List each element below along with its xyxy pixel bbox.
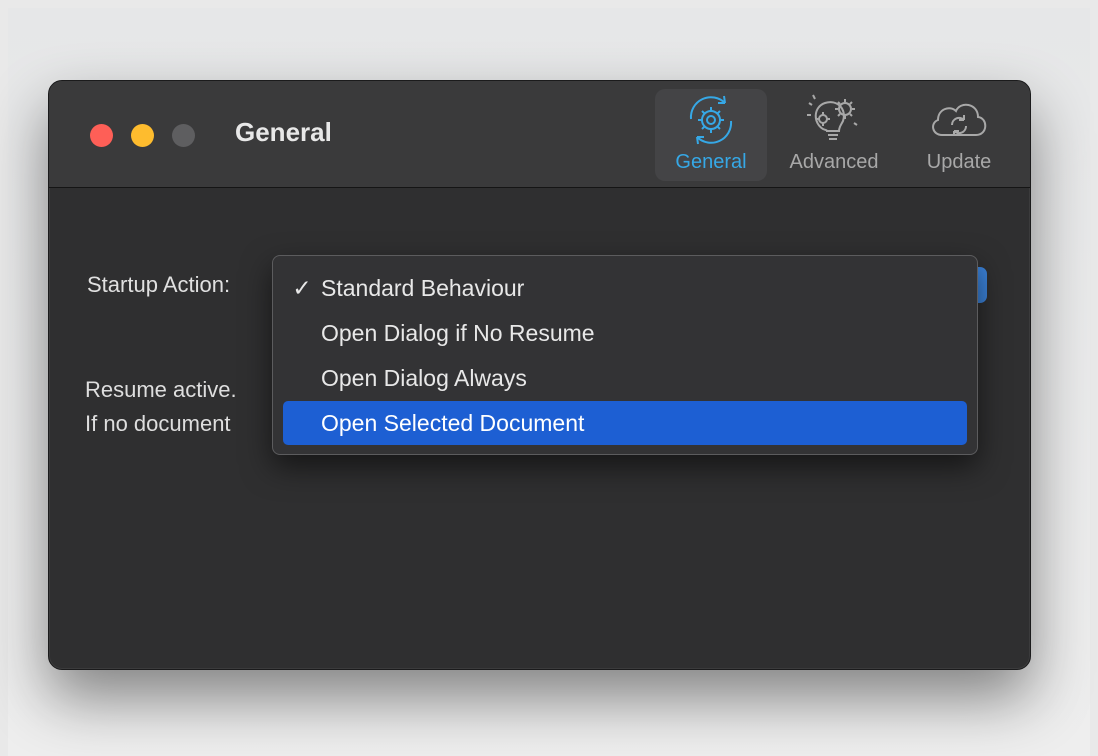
description-line-2: If no document [85, 411, 231, 436]
toolbar-advanced-label: Advanced [789, 151, 879, 173]
window-title: General [235, 117, 332, 147]
startup-action-label: Startup Action: [87, 272, 231, 297]
menu-item-label: Open Dialog Always [321, 365, 527, 391]
menu-item-standard-behaviour[interactable]: ✓ Standard Behaviour [283, 266, 967, 310]
cloud-sync-icon [932, 103, 987, 136]
menu-item-open-selected-document[interactable]: Open Selected Document [283, 401, 967, 445]
minimize-button[interactable] [131, 124, 154, 147]
toolbar-general-tab[interactable]: General [655, 89, 767, 181]
gear-lightbulb-icon [807, 94, 858, 140]
gear-sync-icon [689, 95, 733, 145]
menu-item-label: Standard Behaviour [321, 275, 525, 301]
menu-item-label: Open Selected Document [321, 410, 585, 436]
zoom-button[interactable] [172, 124, 195, 147]
toolbar-update-label: Update [926, 151, 992, 173]
menu-item-open-dialog-always[interactable]: Open Dialog Always [283, 356, 967, 400]
startup-action-menu: ✓ Standard Behaviour Open Dialog if No R… [272, 255, 978, 455]
titlebar: General General Advanced Update [49, 81, 1030, 188]
toolbar-general-label: General [675, 151, 747, 173]
toolbar-advanced-tab[interactable]: Advanced [773, 89, 895, 181]
close-button[interactable] [90, 124, 113, 147]
toolbar-update-tab[interactable]: Update [909, 89, 1009, 181]
checkmark-icon: ✓ [292, 275, 312, 301]
menu-item-open-dialog-if-no-resume[interactable]: Open Dialog if No Resume [283, 311, 967, 355]
status-description: Resume active. If no document [85, 373, 237, 441]
description-line-1: Resume active. [85, 377, 237, 402]
menu-item-label: Open Dialog if No Resume [321, 320, 595, 346]
